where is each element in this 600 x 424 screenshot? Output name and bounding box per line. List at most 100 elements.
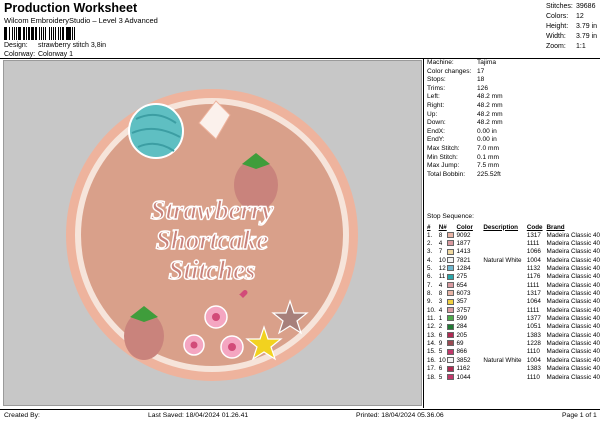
color-swatch xyxy=(446,339,457,347)
col-brand: Brand xyxy=(546,223,565,231)
info-row: Min Stitch: 0.1 mm xyxy=(427,153,499,161)
color-description xyxy=(483,264,526,272)
info-row: Color changes: 17 xyxy=(427,67,485,75)
thread-brand: Madeira Classic 40 xyxy=(546,240,600,248)
needle-number: 4 xyxy=(438,306,443,314)
stop-number: 18. xyxy=(427,373,436,381)
color-number: 275 xyxy=(456,273,467,281)
thread-brand: Madeira Classic 40 xyxy=(546,331,600,339)
color-number: 284 xyxy=(456,323,467,331)
swatch-chip xyxy=(446,307,454,314)
needle-number: 5 xyxy=(438,348,443,356)
thread-code: 1176 xyxy=(526,273,541,281)
table-row: 5. 12 1284 1132 Madeira Classic 40 xyxy=(427,264,600,272)
table-row: 14. 9 69 1228 Madeira Classic 40 xyxy=(427,339,600,347)
info-row: EndY: 0.00 in xyxy=(427,136,497,144)
swatch-chip xyxy=(446,240,454,247)
thread-brand: Madeira Classic 40 xyxy=(546,306,600,314)
color-number: 1284 xyxy=(456,265,471,273)
color-number: 3852 xyxy=(456,356,471,364)
info-row: EndX: 0.00 in xyxy=(427,127,497,135)
color-swatch xyxy=(446,314,457,322)
swatch-chip xyxy=(446,373,454,380)
table-row: 2. 4 1877 1111 Madeira Classic 40 xyxy=(427,239,600,247)
stop-number: 4. xyxy=(427,256,433,264)
stop-number: 12. xyxy=(427,323,436,331)
thread-code: 1004 xyxy=(526,256,541,264)
color-number: 1413 xyxy=(456,248,471,256)
stats-panel: Stitches: 39686 Colors: 12 Height: 3.79 in … xyxy=(546,2,597,52)
color-description xyxy=(483,331,526,339)
thread-brand: Madeira Classic 40 xyxy=(546,273,600,281)
machine-info: Machine: Tajima Color changes: 17 Stops: 18… xyxy=(427,59,503,179)
thread-code: 1111 xyxy=(526,240,540,248)
artwork-line-3: Stitches xyxy=(168,255,255,285)
color-swatch xyxy=(446,273,457,281)
color-swatch xyxy=(446,256,457,264)
thread-brand: Madeira Classic 40 xyxy=(546,356,600,364)
table-row: 6. 11 275 1176 Madeira Classic 40 xyxy=(427,273,600,281)
swatch-chip xyxy=(446,332,454,339)
thread-code: 1377 xyxy=(526,315,541,323)
needle-number: 4 xyxy=(438,240,443,248)
design-value: strawberry stitch 3,8in xyxy=(38,42,107,49)
table-row: 3. 7 1413 1066 Madeira Classic 40 xyxy=(427,248,600,256)
color-swatch xyxy=(446,264,457,272)
thread-brand: Madeira Classic 40 xyxy=(546,248,600,256)
color-number: 205 xyxy=(456,331,467,339)
color-description xyxy=(483,365,526,373)
needle-number: 8 xyxy=(438,231,443,239)
thread-brand: Madeira Classic 40 xyxy=(546,290,600,298)
stat-stitches: Stitches: 39686 xyxy=(546,3,596,10)
stat-zoom: Zoom: 1:1 xyxy=(546,43,586,50)
table-row: 17. 6 1162 1383 Madeira Classic 40 xyxy=(427,365,600,373)
needle-number: 7 xyxy=(438,248,443,256)
color-swatch xyxy=(446,306,457,314)
stop-number: 8. xyxy=(427,290,433,298)
needle-number: 8 xyxy=(438,290,443,298)
stop-number: 15. xyxy=(427,348,436,356)
info-row: Up: 48.2 mm xyxy=(427,110,503,118)
color-description xyxy=(483,239,526,247)
stop-number: 1. xyxy=(427,231,433,239)
info-row: Max Stitch: 7.0 mm xyxy=(427,144,499,152)
color-description: Natural White xyxy=(483,256,522,264)
thread-brand: Madeira Classic 40 xyxy=(546,365,600,373)
colorway-value: Colorway 1 xyxy=(38,51,74,58)
col-needle: N# xyxy=(438,223,447,231)
color-number: 69 xyxy=(456,340,464,348)
thread-brand: Madeira Classic 40 xyxy=(546,373,600,381)
stop-number: 11. xyxy=(427,315,436,323)
table-header-row: # N# Color Description Code Brand xyxy=(427,223,600,231)
table-row: 1. 8 9092 1317 Madeira Classic 40 xyxy=(427,231,600,239)
table-row: 18. 5 1044 1110 Madeira Classic 40 xyxy=(427,373,600,381)
footer-last-saved: Last Saved: 18/04/2024 01.26.41 xyxy=(148,412,249,419)
swatch-chip xyxy=(446,273,454,280)
color-number: 1162 xyxy=(456,365,471,373)
info-row: Trims: 126 xyxy=(427,84,489,92)
info-row: Left: 48.2 mm xyxy=(427,93,503,101)
color-description xyxy=(483,323,526,331)
info-row: Total Bobbin: 225.52ft xyxy=(427,170,501,178)
stop-number: 2. xyxy=(427,240,433,248)
color-number: 3757 xyxy=(456,306,471,314)
table-row: 9. 3 357 1064 Madeira Classic 40 xyxy=(427,298,600,306)
swatch-chip xyxy=(446,315,454,322)
thread-brand: Madeira Classic 40 xyxy=(546,340,600,348)
design-row: Design: strawberry stitch 3,8in xyxy=(4,42,106,49)
thread-code: 1111 xyxy=(526,306,540,314)
col-description: Description xyxy=(483,223,519,231)
swatch-chip xyxy=(446,323,454,330)
colorway-label: Colorway: xyxy=(4,51,36,58)
thread-code: 1051 xyxy=(526,323,541,331)
needle-number: 2 xyxy=(438,323,443,331)
color-description xyxy=(483,273,526,281)
stat-height: Height: 3.79 in xyxy=(546,23,598,30)
color-number: 654 xyxy=(456,281,467,289)
col-stop: # xyxy=(427,223,431,231)
embroidery-artwork: Strawberry Shortcake Stitches xyxy=(66,89,358,381)
swatch-chip xyxy=(446,340,454,347)
color-description: Natural White xyxy=(483,356,522,364)
needle-number: 6 xyxy=(438,365,443,373)
thread-code: 1066 xyxy=(526,248,541,256)
